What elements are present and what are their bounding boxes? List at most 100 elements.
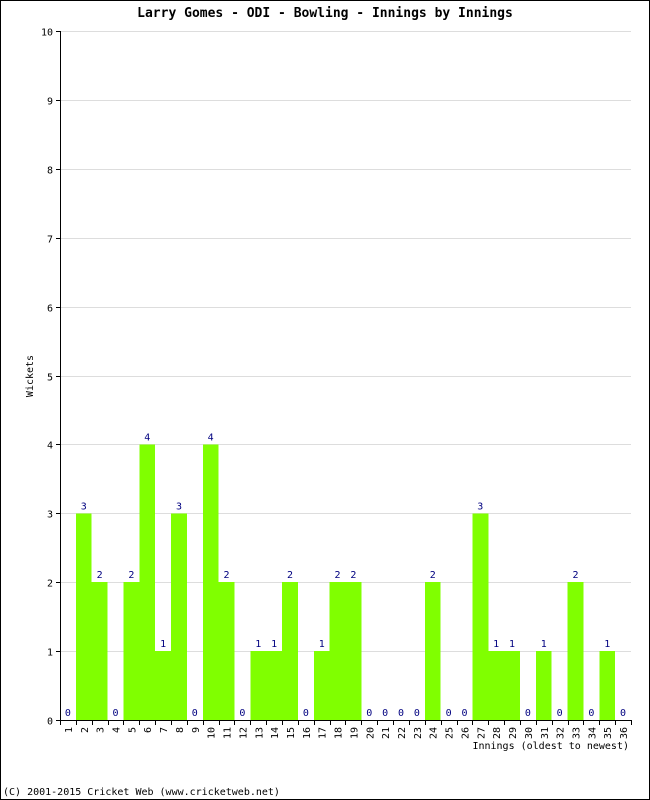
x-tick-label: 7 [159,727,170,733]
x-tick-label: 9 [191,727,202,733]
x-tick-labels: 1 2 3 4 5 6 7 8 9 10 11 12 13 14 15 16 17 18 19 20 21 22 23 24 2… [64,727,630,739]
data-label: 3 [81,501,87,512]
y-tick-label: 0 [47,717,53,728]
data-label: 2 [128,570,134,581]
data-label: 0 [382,708,388,719]
y-tick-label: 10 [41,28,53,39]
data-label: 2 [572,570,578,581]
x-tick-label: 2 [80,727,91,733]
data-label: 0 [398,708,404,719]
bar [488,651,505,720]
x-tick-label: 5 [127,727,138,733]
x-tick-label: 20 [365,727,376,739]
data-label: 1 [319,639,325,650]
x-tick-label: 15 [286,727,297,739]
x-tick-label: 11 [223,727,234,739]
bar [472,513,489,720]
bowling-chart: Larry Gomes - ODI - Bowling - Innings by… [3,6,632,798]
bar [567,582,584,720]
x-tick-label: 31 [540,727,551,739]
x-tick-label: 8 [175,727,186,733]
y-tick-label: 8 [47,166,53,177]
x-tick-label: 25 [445,727,456,739]
data-label: 1 [509,639,515,650]
x-tick-label: 19 [349,727,360,739]
x-tick-label: 14 [270,727,281,739]
bar [171,513,187,720]
bar [202,444,219,720]
y-tick-label: 3 [47,510,53,521]
x-tick-label: 18 [334,727,345,739]
x-tick-label: 12 [238,727,249,739]
data-label: 2 [224,570,230,581]
x-tick-label: 36 [619,727,630,739]
x-tick-label: 4 [112,727,123,733]
y-tick-label: 2 [47,579,53,590]
data-label: 2 [335,570,341,581]
x-tick-label: 17 [318,727,329,739]
data-label: 0 [557,708,563,719]
x-tick-label: 6 [143,727,154,733]
bar [599,651,616,720]
bar [250,651,267,720]
x-tick-label: 32 [556,727,567,739]
data-label: 0 [303,708,309,719]
data-label: 1 [160,639,166,650]
y-tick-label: 5 [47,373,53,384]
x-tick-label: 24 [429,727,440,739]
data-label: 2 [97,570,103,581]
x-tick-label: 3 [96,727,107,733]
y-axis-label: Wickets [25,355,36,397]
data-label: 4 [208,432,214,443]
bar [139,444,156,720]
y-tick-label: 7 [47,235,53,246]
x-tick-label: 29 [508,727,519,739]
data-label: 1 [541,639,547,650]
bar [75,513,92,720]
data-label: 0 [446,708,452,719]
y-tick-labels: 0 1 2 3 4 5 6 7 8 9 10 [41,28,53,728]
x-tick-label: 1 [64,727,75,733]
x-axis-label: Innings (oldest to newest) [472,741,629,752]
data-label: 1 [604,639,610,650]
data-label: 0 [366,708,372,719]
data-label: 0 [588,708,594,719]
data-label: 0 [525,708,531,719]
data-label: 0 [239,708,245,719]
bar [282,582,298,720]
x-tick-label: 34 [587,727,598,739]
x-tick-label: 33 [571,727,582,739]
bar [155,651,172,720]
data-label: 1 [271,639,277,650]
bar [424,582,441,720]
x-tick-label: 23 [413,727,424,739]
x-tick-label: 10 [207,727,218,739]
data-label: 1 [255,639,261,650]
data-label: 3 [477,501,483,512]
data-label: 0 [192,708,198,719]
bar [218,582,235,720]
x-tick-label: 21 [381,727,392,739]
bar [535,651,552,720]
data-label: 4 [144,432,150,443]
data-label: 0 [65,708,71,719]
x-tick-label: 30 [524,727,535,739]
x-tick-label: 35 [603,727,614,739]
x-tick-label: 16 [302,727,313,739]
data-label: 0 [112,708,118,719]
x-tick-label: 26 [460,727,471,739]
data-label: 2 [430,570,436,581]
data-label: 0 [461,708,467,719]
y-tick-label: 6 [47,304,53,315]
y-tick-label: 1 [47,648,53,659]
copyright-footer: (C) 2001-2015 Cricket Web (www.cricketwe… [3,787,280,798]
data-label: 0 [414,708,420,719]
y-tick-label: 4 [47,441,53,452]
bar [266,651,283,720]
bar [329,582,346,720]
y-tick-label: 9 [47,97,53,108]
data-label: 3 [176,501,182,512]
bar [504,651,520,720]
x-tick-label: 28 [492,727,503,739]
bar [91,582,108,720]
